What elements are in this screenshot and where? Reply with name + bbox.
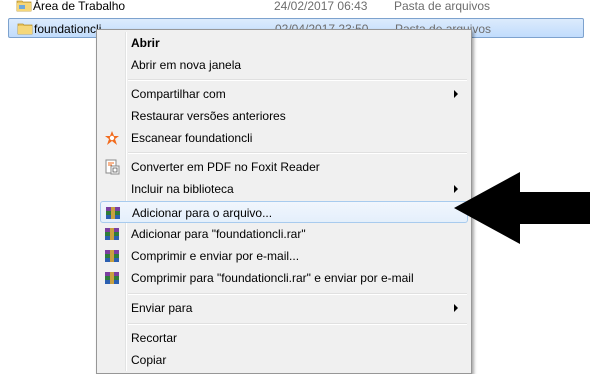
menu-item-label: Recortar [131,331,178,345]
menu-item-cut[interactable]: Recortar [100,327,468,349]
menu-item-restore-versions[interactable]: Restaurar versões anteriores [100,105,468,127]
menu-item-label: Converter em PDF no Foxit Reader [131,160,320,174]
menu-item-include-library[interactable]: Incluir na biblioteca [100,178,468,200]
menu-item-label: Enviar para [131,301,193,315]
avast-icon [105,131,119,145]
menu-separator [128,79,467,81]
file-name: foundationcli [34,22,102,36]
menu-item-add-to-archive[interactable]: Adicionar para o arquivo... [100,201,468,223]
file-name: Área de Trabalho [33,0,126,13]
file-date: 24/02/2017 06:43 [274,0,368,13]
folder-icon [16,0,32,12]
chevron-right-icon [454,304,458,312]
menu-item-open[interactable]: Abrir [100,32,468,54]
file-row-desktop[interactable]: Área de Trabalho 24/02/2017 06:43 Pasta … [8,0,584,16]
menu-item-add-to-rar[interactable]: Adicionar para "foundationcli.rar" [100,223,468,245]
menu-separator [128,152,467,154]
winrar-icon [105,250,119,262]
menu-item-label: Restaurar versões anteriores [131,109,286,123]
menu-item-compress-rar-email[interactable]: Comprimir para "foundationcli.rar" e env… [100,267,468,289]
winrar-icon [105,272,119,284]
folder-icon [17,23,33,35]
menu-item-label: Comprimir e enviar por e-mail... [131,249,300,263]
menu-item-label: Adicionar para o arquivo... [132,206,273,220]
menu-item-label: Comprimir para "foundationcli.rar" e env… [131,271,414,285]
chevron-right-icon [454,90,458,98]
menu-item-label: Compartilhar com [131,87,226,101]
menu-item-convert-pdf[interactable]: Converter em PDF no Foxit Reader [100,156,468,178]
menu-item-label: Escanear foundationcli [131,131,253,145]
foxit-pdf-icon [105,159,120,175]
menu-item-label: Incluir na biblioteca [131,182,234,196]
menu-item-label: Adicionar para "foundationcli.rar" [131,227,306,241]
menu-item-label: Abrir [131,36,160,50]
menu-separator [128,323,467,325]
menu-item-label: Copiar [131,353,167,367]
winrar-icon [105,228,119,240]
context-menu: Abrir Abrir em nova janela Compartilhar … [96,29,472,374]
big-arrow-icon [454,172,590,244]
menu-item-open-new-window[interactable]: Abrir em nova janela [100,54,468,76]
menu-separator [128,293,467,295]
menu-item-scan[interactable]: Escanear foundationcli [100,127,468,149]
menu-item-label: Abrir em nova janela [131,58,242,72]
winrar-icon [106,207,120,219]
menu-item-compress-email[interactable]: Comprimir e enviar por e-mail... [100,245,468,267]
file-type: Pasta de arquivos [394,0,491,13]
menu-item-share-with[interactable]: Compartilhar com [100,83,468,105]
menu-item-send-to[interactable]: Enviar para [100,297,468,319]
